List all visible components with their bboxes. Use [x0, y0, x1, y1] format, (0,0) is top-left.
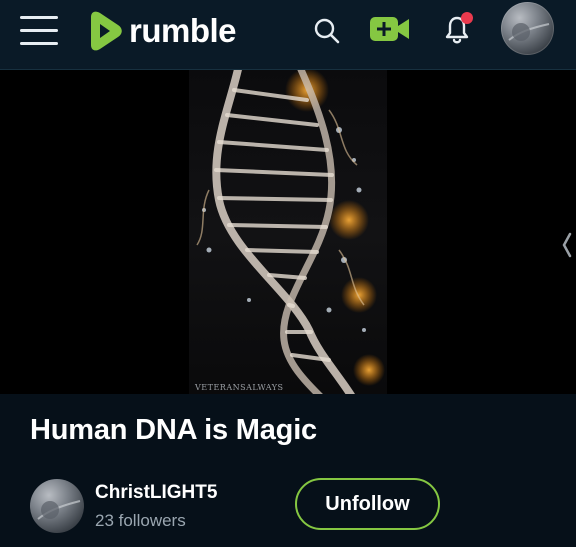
brand-name: rumble	[129, 12, 237, 49]
menu-line	[20, 29, 58, 32]
menu-line	[20, 16, 58, 19]
channel-avatar[interactable]	[30, 479, 84, 533]
dna-helix-image	[196, 70, 385, 394]
video-thumbnail[interactable]: VETERANSALWAYS	[189, 70, 387, 394]
video-title: Human DNA is Magic	[30, 414, 317, 446]
rumble-logo[interactable]: rumble	[85, 11, 237, 51]
user-avatar[interactable]	[501, 2, 554, 55]
menu-line	[20, 42, 58, 45]
rumble-logo-icon	[91, 11, 122, 51]
unfollow-button[interactable]: Unfollow	[295, 478, 440, 530]
search-icon[interactable]	[312, 16, 342, 46]
top-navigation-bar: rumble	[0, 0, 576, 70]
video-watermark: VETERANSALWAYS	[195, 383, 284, 392]
bell-icon[interactable]	[439, 10, 477, 48]
chevron-left-icon[interactable]	[560, 230, 574, 260]
video-info-section: Human DNA is Magic ChristLIGHT5 23 follo…	[0, 394, 576, 547]
video-player[interactable]: VETERANSALWAYS	[0, 70, 576, 394]
upload-video-icon[interactable]	[369, 14, 411, 44]
channel-name[interactable]: ChristLIGHT5	[95, 482, 217, 504]
follower-count: 23 followers	[95, 511, 186, 530]
menu-icon[interactable]	[20, 16, 58, 46]
